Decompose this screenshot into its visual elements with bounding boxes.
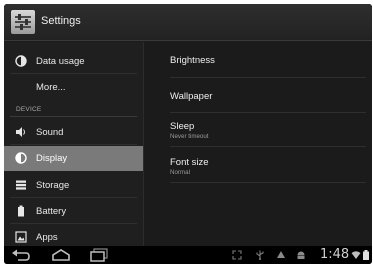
system-bar: 1:48 (4, 246, 372, 264)
battery-status-icon (363, 250, 369, 260)
divider (170, 182, 366, 183)
sidebar-item-label: More... (36, 82, 66, 93)
setting-font-size[interactable]: Font size Normal (144, 147, 372, 183)
settings-header-list: Data usage More... DEVICE Sound Display (4, 42, 143, 246)
fullscreen-icon[interactable] (232, 250, 242, 260)
speaker-icon (16, 127, 25, 137)
settings-app-icon[interactable] (11, 10, 35, 34)
clock: 1:48 (320, 247, 350, 262)
usb-icon (256, 250, 264, 260)
sidebar-item-more[interactable]: More... (4, 75, 143, 100)
sidebar-item-sound[interactable]: Sound (4, 120, 143, 145)
sidebar-item-label: Storage (36, 180, 70, 191)
sidebar-item-storage[interactable]: Storage (4, 173, 143, 198)
sidebar-item-label: Data usage (36, 56, 85, 67)
debug-icon (277, 251, 285, 258)
divider (10, 223, 137, 224)
home-icon[interactable] (50, 248, 72, 262)
section-divider (10, 116, 137, 117)
display-icon (15, 152, 27, 164)
setting-brightness[interactable]: Brightness (144, 42, 372, 78)
sidebar-item-display[interactable]: Display (4, 146, 143, 171)
data-usage-icon (15, 55, 27, 67)
section-header-device: DEVICE (16, 106, 42, 113)
display-settings-panel: Brightness Wallpaper Sleep Never timeout… (144, 42, 372, 246)
setting-title: Font size (170, 157, 209, 168)
divider (10, 73, 137, 74)
back-icon[interactable] (10, 248, 32, 262)
sidebar-item-data-usage[interactable]: Data usage (4, 49, 143, 74)
setting-subtitle: Normal (170, 169, 190, 176)
recent-apps-icon[interactable] (88, 248, 110, 262)
battery-icon (18, 205, 24, 217)
sidebar-item-label: Battery (36, 206, 67, 217)
setting-wallpaper[interactable]: Wallpaper (144, 78, 372, 113)
tablet-screen: Settings Data usage More... DEVICE Sound (4, 4, 372, 264)
setting-sleep[interactable]: Sleep Never timeout (144, 113, 372, 147)
sidebar-item-label: Apps (36, 232, 58, 243)
setting-title: Brightness (170, 55, 215, 66)
divider (10, 197, 137, 198)
sidebar-item-label: Sound (36, 127, 64, 138)
action-bar: Settings (4, 4, 372, 41)
app-title: Settings (41, 15, 81, 27)
apps-icon (15, 231, 27, 243)
divider (10, 144, 137, 145)
sidebar-item-label: Display (36, 153, 68, 164)
setting-title: Wallpaper (170, 91, 213, 102)
wifi-icon (351, 251, 361, 259)
sidebar-item-battery[interactable]: Battery (4, 199, 143, 224)
setting-title: Sleep (170, 121, 195, 132)
setting-subtitle: Never timeout (170, 133, 209, 140)
android-icon (297, 251, 305, 259)
storage-icon (16, 180, 26, 190)
